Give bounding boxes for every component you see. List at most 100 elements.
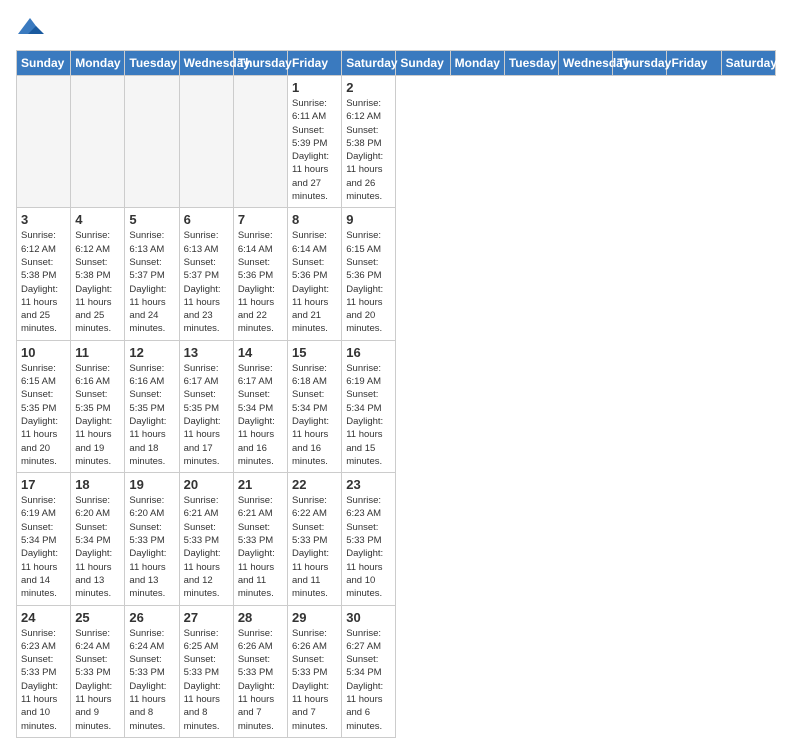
day-number: 8 — [292, 212, 337, 227]
calendar-cell — [233, 76, 287, 208]
calendar-cell: 27Sunrise: 6:25 AM Sunset: 5:33 PM Dayli… — [179, 605, 233, 737]
day-number: 15 — [292, 345, 337, 360]
header-col-wednesday: Wednesday — [559, 51, 613, 76]
day-info: Sunrise: 6:12 AM Sunset: 5:38 PM Dayligh… — [346, 97, 391, 203]
calendar-cell: 18 Sunrise: 6:20 AM Sunset: 5:34 PM Dayli… — [71, 473, 125, 605]
header-col-monday: Monday — [450, 51, 504, 76]
logo — [16, 16, 48, 38]
day-number: 17 — [21, 477, 66, 492]
day-info: Sunrise: 6:18 AM Sunset: 5:34 PM Dayligh… — [292, 362, 337, 468]
header-col-saturday: Saturday — [721, 51, 775, 76]
day-number: 20 — [184, 477, 229, 492]
day-info: Sunrise: 6:17 AM Sunset: 5:34 PM Dayligh… — [238, 362, 283, 468]
day-number: 12 — [129, 345, 174, 360]
day-info: Sunrise: 6:16 AM Sunset: 5:35 PM Dayligh… — [129, 362, 174, 468]
calendar-cell: 19 Sunrise: 6:20 AM Sunset: 5:33 PM Dayli… — [125, 473, 179, 605]
day-number: 2 — [346, 80, 391, 95]
day-info: Sunrise: 6:15 AM Sunset: 5:36 PM Dayligh… — [346, 229, 391, 335]
day-number: 1 — [292, 80, 337, 95]
header-col-friday: Friday — [667, 51, 721, 76]
calendar-cell: 2 Sunrise: 6:12 AM Sunset: 5:38 PM Daylig… — [342, 76, 396, 208]
calendar-cell: 7Sunrise: 6:14 AM Sunset: 5:36 PM Daylig… — [233, 208, 287, 340]
calendar-cell: 20 Sunrise: 6:21 AM Sunset: 5:33 PM Dayli… — [179, 473, 233, 605]
calendar-cell: 15 Sunrise: 6:18 AM Sunset: 5:34 PM Dayli… — [288, 340, 342, 472]
day-info: Sunrise: 6:24 AM Sunset: 5:33 PM Dayligh… — [75, 627, 120, 733]
day-number: 10 — [21, 345, 66, 360]
day-info: Sunrise: 6:26 AM Sunset: 5:33 PM Dayligh… — [238, 627, 283, 733]
day-number: 23 — [346, 477, 391, 492]
calendar-week-4: 17 Sunrise: 6:19 AM Sunset: 5:34 PM Dayli… — [17, 473, 776, 605]
day-info: Sunrise: 6:11 AM Sunset: 5:39 PM Dayligh… — [292, 97, 337, 203]
day-number: 4 — [75, 212, 120, 227]
header-day-thursday: Thursday — [233, 51, 287, 76]
day-info: Sunrise: 6:27 AM Sunset: 5:34 PM Dayligh… — [346, 627, 391, 733]
day-info: Sunrise: 6:14 AM Sunset: 5:36 PM Dayligh… — [292, 229, 337, 335]
calendar-cell: 1 Sunrise: 6:11 AM Sunset: 5:39 PM Daylig… — [288, 76, 342, 208]
day-info: Sunrise: 6:15 AM Sunset: 5:35 PM Dayligh… — [21, 362, 66, 468]
calendar-cell: 23 Sunrise: 6:23 AM Sunset: 5:33 PM Dayli… — [342, 473, 396, 605]
calendar-cell: 26Sunrise: 6:24 AM Sunset: 5:33 PM Dayli… — [125, 605, 179, 737]
day-info: Sunrise: 6:22 AM Sunset: 5:33 PM Dayligh… — [292, 494, 337, 600]
day-number: 19 — [129, 477, 174, 492]
calendar-cell: 10 Sunrise: 6:15 AM Sunset: 5:35 PM Dayli… — [17, 340, 71, 472]
day-number: 22 — [292, 477, 337, 492]
day-number: 7 — [238, 212, 283, 227]
calendar-cell — [71, 76, 125, 208]
day-number: 5 — [129, 212, 174, 227]
calendar-cell: 16 Sunrise: 6:19 AM Sunset: 5:34 PM Dayli… — [342, 340, 396, 472]
calendar-cell: 13 Sunrise: 6:17 AM Sunset: 5:35 PM Dayli… — [179, 340, 233, 472]
calendar-cell: 21 Sunrise: 6:21 AM Sunset: 5:33 PM Dayli… — [233, 473, 287, 605]
calendar-week-1: 1 Sunrise: 6:11 AM Sunset: 5:39 PM Daylig… — [17, 76, 776, 208]
day-number: 16 — [346, 345, 391, 360]
header-day-monday: Monday — [71, 51, 125, 76]
day-info: Sunrise: 6:20 AM Sunset: 5:34 PM Dayligh… — [75, 494, 120, 600]
calendar-header: SundayMondayTuesdayWednesdayThursdayFrid… — [17, 51, 776, 76]
day-info: Sunrise: 6:21 AM Sunset: 5:33 PM Dayligh… — [184, 494, 229, 600]
calendar-cell: 29Sunrise: 6:26 AM Sunset: 5:33 PM Dayli… — [288, 605, 342, 737]
day-info: Sunrise: 6:21 AM Sunset: 5:33 PM Dayligh… — [238, 494, 283, 600]
day-info: Sunrise: 6:23 AM Sunset: 5:33 PM Dayligh… — [346, 494, 391, 600]
day-number: 14 — [238, 345, 283, 360]
calendar-cell: 28Sunrise: 6:26 AM Sunset: 5:33 PM Dayli… — [233, 605, 287, 737]
calendar-week-5: 24Sunrise: 6:23 AM Sunset: 5:33 PM Dayli… — [17, 605, 776, 737]
calendar-cell: 22 Sunrise: 6:22 AM Sunset: 5:33 PM Dayli… — [288, 473, 342, 605]
calendar-cell: 8 Sunrise: 6:14 AM Sunset: 5:36 PM Daylig… — [288, 208, 342, 340]
calendar-cell — [125, 76, 179, 208]
calendar-cell: 17 Sunrise: 6:19 AM Sunset: 5:34 PM Dayli… — [17, 473, 71, 605]
day-info: Sunrise: 6:13 AM Sunset: 5:37 PM Dayligh… — [129, 229, 174, 335]
header-day-tuesday: Tuesday — [125, 51, 179, 76]
day-info: Sunrise: 6:13 AM Sunset: 5:37 PM Dayligh… — [184, 229, 229, 335]
header-day-sunday: Sunday — [17, 51, 71, 76]
calendar-cell: 9 Sunrise: 6:15 AM Sunset: 5:36 PM Daylig… — [342, 208, 396, 340]
day-info: Sunrise: 6:17 AM Sunset: 5:35 PM Dayligh… — [184, 362, 229, 468]
header-day-friday: Friday — [288, 51, 342, 76]
day-info: Sunrise: 6:23 AM Sunset: 5:33 PM Dayligh… — [21, 627, 66, 733]
header-col-sunday: Sunday — [396, 51, 450, 76]
day-number: 11 — [75, 345, 120, 360]
header-day-saturday: Saturday — [342, 51, 396, 76]
header-day-wednesday: Wednesday — [179, 51, 233, 76]
calendar-cell: 6 Sunrise: 6:13 AM Sunset: 5:37 PM Daylig… — [179, 208, 233, 340]
calendar-table: SundayMondayTuesdayWednesdayThursdayFrid… — [16, 50, 776, 738]
calendar-cell: 30Sunrise: 6:27 AM Sunset: 5:34 PM Dayli… — [342, 605, 396, 737]
calendar-cell: 14 Sunrise: 6:17 AM Sunset: 5:34 PM Dayli… — [233, 340, 287, 472]
day-number: 9 — [346, 212, 391, 227]
calendar-week-3: 10 Sunrise: 6:15 AM Sunset: 5:35 PM Dayli… — [17, 340, 776, 472]
day-number: 6 — [184, 212, 229, 227]
day-number: 21 — [238, 477, 283, 492]
header-col-thursday: Thursday — [613, 51, 667, 76]
calendar-cell: 25Sunrise: 6:24 AM Sunset: 5:33 PM Dayli… — [71, 605, 125, 737]
calendar-cell — [17, 76, 71, 208]
calendar-cell: 5 Sunrise: 6:13 AM Sunset: 5:37 PM Daylig… — [125, 208, 179, 340]
day-info: Sunrise: 6:19 AM Sunset: 5:34 PM Dayligh… — [346, 362, 391, 468]
day-number: 18 — [75, 477, 120, 492]
day-info: Sunrise: 6:20 AM Sunset: 5:33 PM Dayligh… — [129, 494, 174, 600]
day-info: Sunrise: 6:24 AM Sunset: 5:33 PM Dayligh… — [129, 627, 174, 733]
day-info: Sunrise: 6:19 AM Sunset: 5:34 PM Dayligh… — [21, 494, 66, 600]
day-info: Sunrise: 6:25 AM Sunset: 5:33 PM Dayligh… — [184, 627, 229, 733]
day-number: 13 — [184, 345, 229, 360]
calendar-week-2: 3Sunrise: 6:12 AM Sunset: 5:38 PM Daylig… — [17, 208, 776, 340]
logo-icon — [16, 16, 44, 38]
day-info: Sunrise: 6:26 AM Sunset: 5:33 PM Dayligh… — [292, 627, 337, 733]
day-info: Sunrise: 6:16 AM Sunset: 5:35 PM Dayligh… — [75, 362, 120, 468]
